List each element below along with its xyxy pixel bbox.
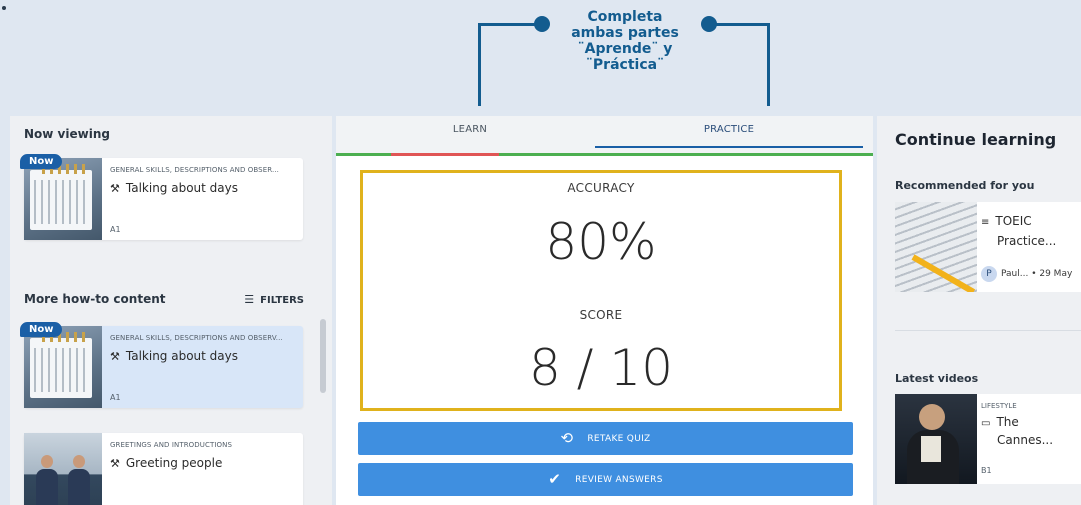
review-answers-button[interactable]: ✔ REVIEW ANSWERS <box>358 463 853 496</box>
quiz-icon: ≡ <box>981 217 990 228</box>
date: • 29 May <box>1031 269 1073 279</box>
annotation-line-right-vertical <box>767 24 770 106</box>
video-category: LIFESTYLE <box>981 402 1017 410</box>
test-sheet-thumbnail <box>895 202 977 292</box>
list-item[interactable]: GREETINGS AND INTRODUCTIONS ⚒ Greeting pe… <box>24 433 303 505</box>
tools-icon: ⚒ <box>110 182 120 195</box>
scrollbar[interactable] <box>320 319 326 393</box>
avatar: P <box>981 266 997 282</box>
now-viewing-title: Now viewing <box>24 127 110 141</box>
accuracy-label: ACCURACY <box>567 181 635 195</box>
video-title: ▭ The Cannes... <box>981 415 1054 447</box>
recommended-card-title: ≡ TOEIC Practice... <box>981 214 1057 248</box>
tools-icon: ⚒ <box>110 457 120 470</box>
annotation-line-3: ¨Aprende¨ y <box>577 41 673 57</box>
author-line: P Paul... • 29 May <box>981 266 1072 282</box>
retake-quiz-button[interactable]: ⟲ RETAKE QUIZ <box>358 422 853 455</box>
right-panel: Continue learning Recommended for you ≡ T… <box>877 116 1081 505</box>
continue-learning-title: Continue learning <box>895 130 1057 149</box>
tab-bar: LEARN PRACTICE <box>336 116 873 154</box>
more-content-title: More how-to content <box>24 292 166 306</box>
annotation-dot-left <box>534 16 550 32</box>
calendar-thumbnail <box>24 326 102 408</box>
results-box: ACCURACY 80% SCORE 8 / 10 <box>360 170 842 411</box>
annotation-line-2: ambas partes <box>571 25 679 41</box>
card-category: GENERAL SKILLS, DESCRIPTIONS AND OBSER..… <box>110 166 279 174</box>
now-badge: Now <box>20 154 63 169</box>
video-thumbnail <box>895 394 977 484</box>
card-level: A1 <box>110 225 121 234</box>
card-category: GENERAL SKILLS, DESCRIPTIONS AND OBSERV.… <box>110 334 283 342</box>
card-title: ⚒ Greeting people <box>110 456 223 470</box>
annotation-line-right-horizontal <box>710 23 770 26</box>
retake-icon: ⟲ <box>560 429 574 447</box>
tools-icon: ⚒ <box>110 350 120 363</box>
tab-learn[interactable]: LEARN <box>336 116 604 152</box>
score-label: SCORE <box>579 308 623 322</box>
recommended-title: Recommended for you <box>895 179 1035 192</box>
handshake-thumbnail <box>24 433 102 505</box>
card-level: A1 <box>110 393 121 402</box>
accuracy-value: 80% <box>545 213 657 271</box>
video-level: B1 <box>981 466 992 475</box>
left-panel: Now viewing Now GENERAL SKILLS, DESCRIPT… <box>10 116 332 505</box>
card-title: ⚒ Talking about days <box>110 181 238 195</box>
recommended-card[interactable]: ≡ TOEIC Practice... P Paul... • 29 May <box>895 202 1081 292</box>
card-title: ⚒ Talking about days <box>110 349 238 363</box>
annotation-dot-right <box>701 16 717 32</box>
now-badge: Now <box>20 322 63 337</box>
latest-videos-title: Latest videos <box>895 372 979 385</box>
center-panel: LEARN PRACTICE ACCURACY 80% SCORE 8 / 10… <box>336 116 873 505</box>
author-name: Paul... <box>1001 269 1029 279</box>
progress-bar <box>336 153 873 156</box>
list-item[interactable]: Now GENERAL SKILLS, DESCRIPTIONS AND OBS… <box>20 322 303 408</box>
annotation-line-left-vertical <box>478 24 481 106</box>
card-category: GREETINGS AND INTRODUCTIONS <box>110 441 233 449</box>
video-card[interactable]: LIFESTYLE ▭ The Cannes... B1 <box>895 394 1081 484</box>
video-icon: ▭ <box>981 418 991 429</box>
annotation-line-1: Completa <box>587 9 663 25</box>
calendar-thumbnail <box>24 158 102 240</box>
annotation-line-4: ¨Práctica¨ <box>585 57 665 73</box>
progress-incorrect-segment <box>391 153 499 156</box>
tab-practice[interactable]: PRACTICE <box>595 116 863 148</box>
check-icon: ✔ <box>548 470 562 488</box>
annotation-line-left-horizontal <box>478 23 542 26</box>
divider <box>895 330 1081 331</box>
corner-dot <box>2 6 6 10</box>
now-viewing-card[interactable]: Now GENERAL SKILLS, DESCRIPTIONS AND OBS… <box>20 154 303 240</box>
filter-icon: ☰ <box>244 293 255 306</box>
filters-button[interactable]: ☰ FILTERS <box>244 293 304 306</box>
annotation-text: Completa ambas partes ¨Aprende¨ y ¨Práct… <box>556 9 694 73</box>
score-value: 8 / 10 <box>528 339 674 397</box>
